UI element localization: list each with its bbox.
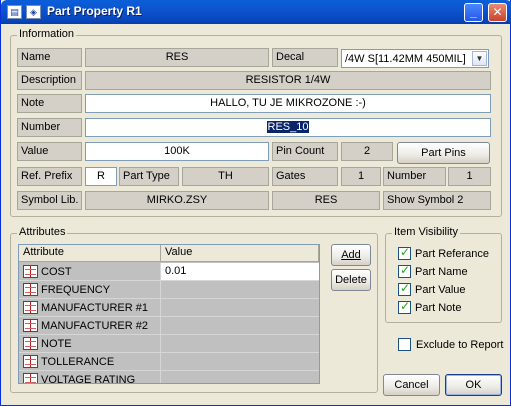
gates-label: Gates xyxy=(272,167,338,186)
pin-icon[interactable]: ◈ xyxy=(26,5,41,19)
close-button[interactable]: ✕ xyxy=(488,3,507,22)
attribute-cell: NOTE xyxy=(19,335,161,353)
book-icon xyxy=(23,337,38,350)
add-button-label: Add xyxy=(341,249,361,261)
part-referance-label: Part Referance xyxy=(415,248,489,260)
show-symbol-value: Show Symbol 2 xyxy=(383,191,491,210)
part-pins-button[interactable]: Part Pins xyxy=(397,142,490,164)
part-name-label: Part Name xyxy=(415,266,468,278)
value-cell[interactable] xyxy=(161,353,319,371)
symbol-lib-label: Symbol Lib. xyxy=(17,191,82,210)
value-cell[interactable] xyxy=(161,371,319,383)
attributes-legend: Attributes xyxy=(17,226,68,238)
attribute-name: MANUFACTURER #2 xyxy=(41,320,148,332)
part-referance-checkbox[interactable] xyxy=(398,245,411,260)
decal-select[interactable]: /4W S[11.42MM 450MIL] ▼ xyxy=(341,49,489,68)
value-cell[interactable] xyxy=(161,299,319,317)
gates-value: 1 xyxy=(341,167,381,186)
attribute-name: COST xyxy=(41,266,72,278)
table-row[interactable]: MANUFACTURER #2 xyxy=(19,317,319,335)
book-icon xyxy=(23,301,38,314)
attribute-name: NOTE xyxy=(41,338,72,350)
book-icon xyxy=(23,265,38,278)
attributes-table[interactable]: Attribute Value COST 0.01 FREQUENCY MANU… xyxy=(18,244,320,384)
symbol-lib-value: MIRKO.ZSY xyxy=(85,191,269,210)
cancel-button[interactable]: Cancel xyxy=(383,374,440,396)
note-label: Note xyxy=(17,94,82,113)
exclude-to-report-label: Exclude to Report xyxy=(416,339,504,351)
number-label: Number xyxy=(17,118,82,137)
part-type-value: TH xyxy=(182,167,269,186)
part-value-label: Part Value xyxy=(415,284,466,296)
value-cell[interactable] xyxy=(161,281,319,299)
dialog-window: ▤ ◈ Part Property R1 _ ✕ Information Nam… xyxy=(0,0,511,406)
column-header-value[interactable]: Value xyxy=(161,245,319,262)
delete-button[interactable]: Delete xyxy=(331,269,371,291)
part-note-checkbox[interactable] xyxy=(398,299,411,314)
name-label: Name xyxy=(17,48,82,67)
table-row[interactable]: TOLLERANCE xyxy=(19,353,319,371)
table-row[interactable]: COST 0.01 xyxy=(19,263,319,281)
value-cell[interactable]: 0.01 xyxy=(161,263,319,281)
attribute-cell: COST xyxy=(19,263,161,281)
number2-value: 1 xyxy=(448,167,491,186)
table-header: Attribute Value xyxy=(19,245,319,262)
note-field[interactable]: HALLO, TU JE MIKROZONE :-) xyxy=(85,94,491,113)
attribute-cell: FREQUENCY xyxy=(19,281,161,299)
number-field[interactable]: RES_10 xyxy=(85,118,491,137)
minimize-button[interactable]: _ xyxy=(464,3,483,22)
information-legend: Information xyxy=(17,28,77,40)
ref-prefix-field[interactable]: R xyxy=(85,167,117,186)
delete-button-label: Delete xyxy=(335,274,367,286)
attribute-name: VOLTAGE RATING xyxy=(41,374,136,384)
pin-count-value: 2 xyxy=(341,142,393,161)
number-field-selection: RES_10 xyxy=(266,121,310,133)
book-icon xyxy=(23,373,38,383)
book-icon xyxy=(23,355,38,368)
attribute-name: MANUFACTURER #1 xyxy=(41,302,148,314)
part-type-label: Part Type xyxy=(119,167,179,186)
attribute-name: FREQUENCY xyxy=(41,284,111,296)
ok-button[interactable]: OK xyxy=(445,374,502,396)
value-label: Value xyxy=(17,142,82,161)
book-icon xyxy=(23,319,38,332)
attribute-cell: MANUFACTURER #2 xyxy=(19,317,161,335)
book-icon xyxy=(23,283,38,296)
item-visibility-legend: Item Visibility xyxy=(392,226,460,238)
attribute-cell: TOLLERANCE xyxy=(19,353,161,371)
add-button[interactable]: Add xyxy=(331,244,371,266)
app-icon: ▤ xyxy=(7,5,22,19)
attribute-name: TOLLERANCE xyxy=(41,356,115,368)
name-value: RES xyxy=(85,48,269,67)
value-cell[interactable] xyxy=(161,335,319,353)
column-header-attribute[interactable]: Attribute xyxy=(19,245,161,262)
chevron-down-icon[interactable]: ▼ xyxy=(472,51,487,66)
decal-select-value: /4W S[11.42MM 450MIL] xyxy=(345,53,466,65)
table-row[interactable]: MANUFACTURER #1 xyxy=(19,299,319,317)
ref-prefix-label: Ref. Prefix xyxy=(17,167,82,186)
value-field[interactable]: 100K xyxy=(85,142,269,161)
part-note-label: Part Note xyxy=(415,302,462,314)
table-row[interactable]: VOLTAGE RATING xyxy=(19,371,319,384)
part-name-checkbox[interactable] xyxy=(398,263,411,278)
attribute-cell: MANUFACTURER #1 xyxy=(19,299,161,317)
symbol-name-value: RES xyxy=(272,191,380,210)
pin-count-label: Pin Count xyxy=(272,142,338,161)
part-value-checkbox[interactable] xyxy=(398,281,411,296)
table-row[interactable]: NOTE xyxy=(19,335,319,353)
description-label: Description xyxy=(17,71,82,90)
attribute-cell: VOLTAGE RATING xyxy=(19,371,161,384)
value-cell[interactable] xyxy=(161,317,319,335)
exclude-to-report-checkbox[interactable] xyxy=(398,338,411,351)
number2-label: Number xyxy=(383,167,446,186)
title-bar[interactable]: ▤ ◈ Part Property R1 _ ✕ xyxy=(1,0,511,24)
table-row[interactable]: FREQUENCY xyxy=(19,281,319,299)
description-value: RESISTOR 1/4W xyxy=(85,71,491,90)
decal-label: Decal xyxy=(272,48,338,67)
window-title: Part Property R1 xyxy=(47,4,142,18)
